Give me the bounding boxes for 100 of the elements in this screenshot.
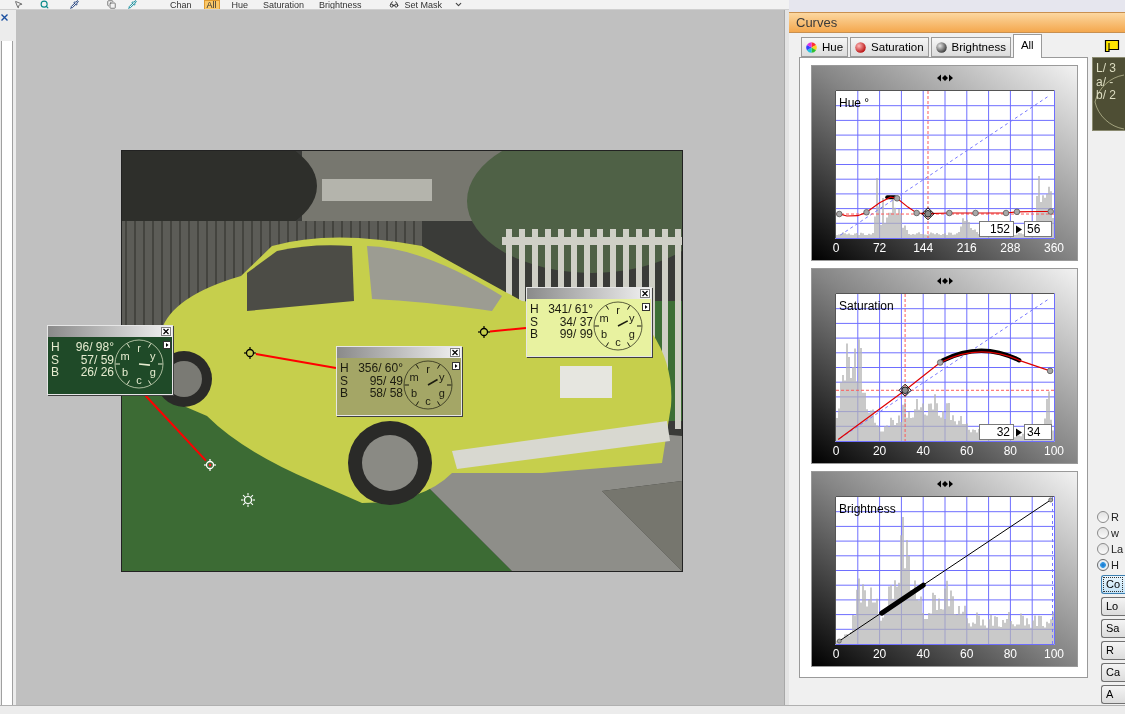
chart-title: Brightness xyxy=(839,502,896,516)
control-point xyxy=(1046,367,1054,375)
dial-label: y xyxy=(439,371,445,383)
probe-marker-icon xyxy=(477,325,491,339)
axis-label: 60 xyxy=(959,647,975,662)
dial-label: c xyxy=(615,336,621,348)
channel-value: 356/ 60° xyxy=(357,362,403,375)
radio-option[interactable]: w xyxy=(1088,525,1125,541)
radio-option[interactable]: H xyxy=(1088,557,1125,573)
axis-label: 0 xyxy=(831,444,841,459)
close-icon[interactable] xyxy=(450,348,460,357)
axis-label: 288 xyxy=(999,241,1022,256)
dial-label: c xyxy=(136,374,142,386)
dial-hand xyxy=(427,378,439,386)
dial-label: r xyxy=(426,363,430,375)
radio-option[interactable]: R xyxy=(1088,509,1125,525)
dropdown-icon[interactable] xyxy=(454,0,464,9)
dial-label: m xyxy=(409,371,419,383)
channel-value: 57/ 59 xyxy=(79,353,114,366)
channel-label: S xyxy=(530,315,539,328)
control-point xyxy=(946,209,953,217)
dial-label: y xyxy=(629,312,635,324)
action-button[interactable]: Lo xyxy=(1101,597,1125,616)
channel-label: H xyxy=(340,362,350,375)
channel-label: H xyxy=(51,341,61,354)
axis-label: 60 xyxy=(959,444,975,459)
tab[interactable]: Saturation xyxy=(850,37,929,57)
toolbar-tab[interactable]: Brightness xyxy=(316,0,365,9)
channel-label: B xyxy=(340,387,349,400)
glasses-icon xyxy=(388,0,399,9)
set-mask-button[interactable]: Set Mask xyxy=(404,0,443,9)
control-point xyxy=(836,210,843,218)
control-point xyxy=(937,359,944,366)
action-button[interactable]: R xyxy=(1101,641,1125,660)
panel-title: Curves xyxy=(796,15,838,30)
tab[interactable]: Hue xyxy=(801,37,849,57)
double-arrow-icon[interactable] xyxy=(936,74,953,82)
axis-label: 100 xyxy=(1042,647,1065,662)
channel-value: 341/ 61° xyxy=(547,303,593,316)
input-field[interactable]: 56 xyxy=(1024,221,1052,237)
input-field[interactable]: 152 xyxy=(979,221,1014,237)
control-point xyxy=(1013,208,1021,216)
dial-label: b xyxy=(601,328,608,340)
dial-hand xyxy=(138,363,151,366)
readout-text: b/ 2 xyxy=(1096,89,1117,103)
expand-icon[interactable] xyxy=(163,341,171,349)
input-field[interactable]: 34 xyxy=(1024,424,1052,440)
close-icon[interactable] xyxy=(640,289,650,298)
channel-label: B xyxy=(51,366,60,379)
double-arrow-icon[interactable] xyxy=(936,277,953,285)
action-button[interactable]: A xyxy=(1101,685,1125,704)
axis-label: 144 xyxy=(912,241,935,256)
channel-value: 95/ 49 xyxy=(368,374,403,387)
probe-marker-icon xyxy=(203,458,217,472)
channel-value: 26/ 26 xyxy=(79,366,114,379)
curve-segment xyxy=(879,582,926,616)
input-field[interactable]: 32 xyxy=(979,424,1014,440)
action-button[interactable]: Sa xyxy=(1101,619,1125,638)
probe-marker-icon xyxy=(243,346,257,360)
radio-option[interactable]: La xyxy=(1088,541,1125,557)
dial-label: b xyxy=(122,366,129,378)
arrow-icon xyxy=(1015,427,1023,437)
expand-icon[interactable] xyxy=(642,303,650,311)
dial-label: r xyxy=(137,342,141,354)
flag-icon[interactable] xyxy=(1104,39,1120,53)
dial-hand xyxy=(617,320,629,327)
close-icon[interactable] xyxy=(161,327,171,336)
search-icon[interactable] xyxy=(40,0,49,9)
dial-label: g xyxy=(149,366,156,378)
toolbar-tab[interactable]: Chan xyxy=(167,0,195,9)
close-icon[interactable] xyxy=(1,14,8,21)
tab[interactable]: Brightness xyxy=(930,37,1011,57)
control-point xyxy=(893,195,901,202)
toolbar-tab[interactable]: Saturation xyxy=(260,0,308,9)
action-button[interactable]: Co xyxy=(1101,575,1125,594)
dial-label: m xyxy=(599,312,609,324)
axis-label: 40 xyxy=(915,647,931,662)
dial-label: r xyxy=(616,304,620,316)
readout-text: a/ - xyxy=(1096,75,1115,89)
double-arrow-icon[interactable] xyxy=(936,480,953,488)
readout-text: L/ 3 xyxy=(1096,62,1117,76)
leader-line xyxy=(488,327,527,333)
axis-label: 0 xyxy=(831,241,841,256)
channel-label: S xyxy=(51,353,60,366)
action-button[interactable]: Ca xyxy=(1101,663,1125,682)
arrow-icon xyxy=(1015,224,1023,234)
expand-icon[interactable] xyxy=(452,362,460,370)
dial-label: c xyxy=(425,395,431,407)
eyedropper-icon[interactable] xyxy=(128,0,137,9)
axis-label: 80 xyxy=(1002,444,1019,459)
axis-label: 360 xyxy=(1042,241,1065,256)
toolbar-tab[interactable]: All xyxy=(203,0,220,9)
dial-label: g xyxy=(628,328,635,340)
tab[interactable]: All xyxy=(1012,34,1042,58)
axis-label: 40 xyxy=(915,444,931,459)
crosshair-icon xyxy=(240,492,256,508)
eyedropper-icon[interactable] xyxy=(70,0,79,9)
toolbar-tab[interactable]: Hue xyxy=(228,0,252,9)
control-point xyxy=(913,209,920,217)
cursor-icon[interactable] xyxy=(14,0,23,9)
